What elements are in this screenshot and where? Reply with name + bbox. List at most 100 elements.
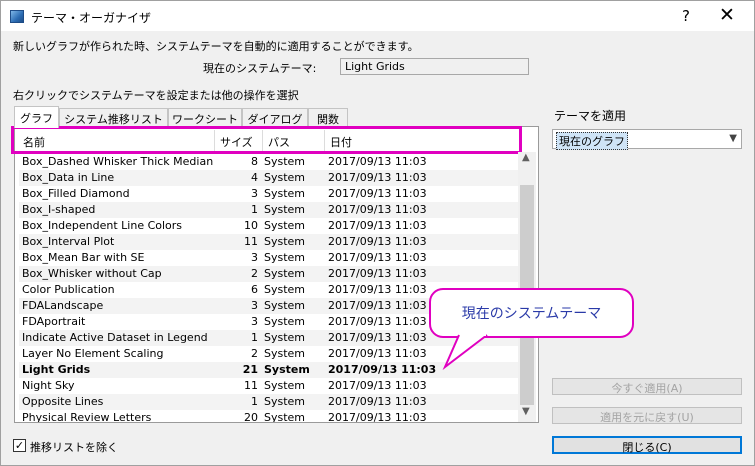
row-path: System xyxy=(264,235,306,248)
row-date: 2017/09/13 11:03 xyxy=(328,187,427,200)
current-theme-label: 現在のシステムテーマ: xyxy=(203,62,317,75)
row-date: 2017/09/13 11:03 xyxy=(328,219,427,232)
row-path: System xyxy=(264,347,306,360)
apply-now-button[interactable]: 今すぐ適用(A) xyxy=(552,378,742,395)
table-row[interactable]: Box_Data in Line 4 System 2017/09/13 11:03 xyxy=(19,170,519,186)
undo-apply-button[interactable]: 適用を元に戻す(U) xyxy=(552,407,742,424)
row-date: 2017/09/13 11:03 xyxy=(328,267,427,280)
row-date: 2017/09/13 11:03 xyxy=(328,171,427,184)
table-row[interactable]: Box_Mean Bar with SE 3 System 2017/09/13 11… xyxy=(19,250,519,266)
row-path: System xyxy=(264,283,306,296)
row-date: 2017/09/13 11:03 xyxy=(328,251,427,264)
row-path: System xyxy=(264,315,306,328)
row-name: Night Sky xyxy=(22,379,75,392)
tab-function[interactable]: 関数 xyxy=(308,108,348,127)
row-path: System xyxy=(264,203,306,216)
callout-tail xyxy=(442,331,488,371)
row-name: Box_I-shaped xyxy=(22,203,96,216)
tab-worksheet[interactable]: ワークシート xyxy=(168,108,242,127)
row-path: System xyxy=(264,219,306,232)
row-size: 21 xyxy=(242,363,258,376)
row-name: Box_Filled Diamond xyxy=(22,187,130,200)
tab-dialog[interactable]: ダイアログ xyxy=(242,108,308,127)
row-size: 3 xyxy=(251,299,258,312)
table-row[interactable]: Box_Interval Plot 11 System 2017/09/13 11:0… xyxy=(19,234,519,250)
table-row[interactable]: Box_Dashed Whisker Thick Median 8 System 20… xyxy=(19,154,519,170)
row-name: Box_Mean Bar with SE xyxy=(22,251,145,264)
row-path: System xyxy=(264,187,306,200)
row-size: 3 xyxy=(251,315,258,328)
row-name: Color Publication xyxy=(22,283,115,296)
row-path: System xyxy=(264,171,306,184)
table-row[interactable]: Box_I-shaped 1 System 2017/09/13 11:03 xyxy=(19,202,519,218)
tab-system-transition-list[interactable]: システム推移リスト xyxy=(59,108,168,127)
row-date: 2017/09/13 11:03 xyxy=(328,363,437,376)
row-name: FDAportrait xyxy=(22,315,86,328)
instruction-text: 右クリックでシステムテーマを設定または他の操作を選択 xyxy=(13,89,299,102)
row-date: 2017/09/13 11:03 xyxy=(328,395,427,408)
row-size: 6 xyxy=(251,283,258,296)
row-date: 2017/09/13 11:03 xyxy=(328,155,427,168)
row-date: 2017/09/13 11:03 xyxy=(328,347,427,360)
table-row[interactable]: Physical Review Letters 20 System 2017/09/1… xyxy=(19,410,519,422)
list-header: 名前 サイズ パス 日付 xyxy=(18,130,520,152)
row-size: 3 xyxy=(251,187,258,200)
exclude-transition-list-checkbox[interactable]: ✓ xyxy=(13,439,26,452)
row-size: 1 xyxy=(251,203,258,216)
row-path: System xyxy=(264,379,306,392)
help-button[interactable]: ? xyxy=(682,7,690,25)
tab-graph[interactable]: グラフ xyxy=(14,106,59,128)
row-name: Box_Dashed Whisker Thick Median xyxy=(22,155,214,168)
chevron-down-icon[interactable]: ▼ xyxy=(729,133,737,144)
scroll-down-icon[interactable]: ▼ xyxy=(522,406,530,417)
theme-organizer-dialog: テーマ・オーガナイザ ? ✕ 新しいグラフが作られた時、システムテーマを自動的に… xyxy=(0,0,755,466)
row-size: 4 xyxy=(251,171,258,184)
row-name: Box_Data in Line xyxy=(22,171,115,184)
window-title: テーマ・オーガナイザ xyxy=(31,11,152,25)
close-button[interactable]: 閉じる(C) xyxy=(552,436,742,454)
row-name: Box_Independent Line Colors xyxy=(22,219,183,232)
row-name: Physical Review Letters xyxy=(22,411,152,422)
description-text: 新しいグラフが作られた時、システムテーマを自動的に適用することができます。 xyxy=(13,40,419,53)
close-window-button[interactable]: ✕ xyxy=(719,4,735,26)
row-date: 2017/09/13 11:03 xyxy=(328,379,427,392)
current-theme-value: Light Grids xyxy=(340,58,529,75)
row-size: 2 xyxy=(251,267,258,280)
apply-theme-label: テーマを適用 xyxy=(554,109,627,123)
row-size: 20 xyxy=(244,411,258,422)
column-header-name[interactable]: 名前 xyxy=(18,130,215,152)
table-row[interactable]: Night Sky 11 System 2017/09/13 11:03 xyxy=(19,378,519,394)
scroll-up-icon[interactable]: ▲ xyxy=(522,152,530,163)
row-path: System xyxy=(264,411,306,422)
row-date: 2017/09/13 11:03 xyxy=(328,299,427,312)
row-name: Light Grids xyxy=(22,363,91,376)
row-size: 11 xyxy=(244,235,258,248)
row-size: 2 xyxy=(251,347,258,360)
column-header-path[interactable]: パス xyxy=(263,130,325,152)
row-path: System xyxy=(264,299,306,312)
apply-target-select[interactable]: 現在のグラフ ▼ xyxy=(552,129,742,150)
table-row[interactable]: Box_Independent Line Colors 10 System 2017/… xyxy=(19,218,519,234)
row-date: 2017/09/13 11:03 xyxy=(328,235,427,248)
exclude-transition-list-label: 推移リストを除く xyxy=(30,441,118,454)
row-size: 1 xyxy=(251,331,258,344)
row-size: 10 xyxy=(244,219,258,232)
row-path: System xyxy=(264,267,306,280)
theme-list[interactable]: 名前 サイズ パス 日付 Box_Dashed Whisker Thick Me… xyxy=(14,126,539,423)
row-name: Indicate Active Dataset in Legend xyxy=(22,331,208,344)
table-row[interactable]: Opposite Lines 1 System 2017/09/13 11:03 xyxy=(19,394,519,410)
row-path: System xyxy=(264,363,310,376)
column-header-date[interactable]: 日付 xyxy=(325,130,520,152)
column-header-size[interactable]: サイズ xyxy=(215,130,263,152)
table-row[interactable]: Box_Filled Diamond 3 System 2017/09/13 11:0… xyxy=(19,186,519,202)
row-date: 2017/09/13 11:03 xyxy=(328,331,427,344)
row-path: System xyxy=(264,155,306,168)
app-icon xyxy=(10,10,24,23)
vertical-scrollbar[interactable]: ▲ ▼ xyxy=(518,152,536,422)
row-name: Box_Whisker without Cap xyxy=(22,267,162,280)
row-path: System xyxy=(264,331,306,344)
row-size: 3 xyxy=(251,251,258,264)
apply-target-value: 現在のグラフ xyxy=(556,132,628,150)
table-row[interactable]: Box_Whisker without Cap 2 System 2017/09/13… xyxy=(19,266,519,282)
title-bar: テーマ・オーガナイザ ? ✕ xyxy=(1,1,754,31)
